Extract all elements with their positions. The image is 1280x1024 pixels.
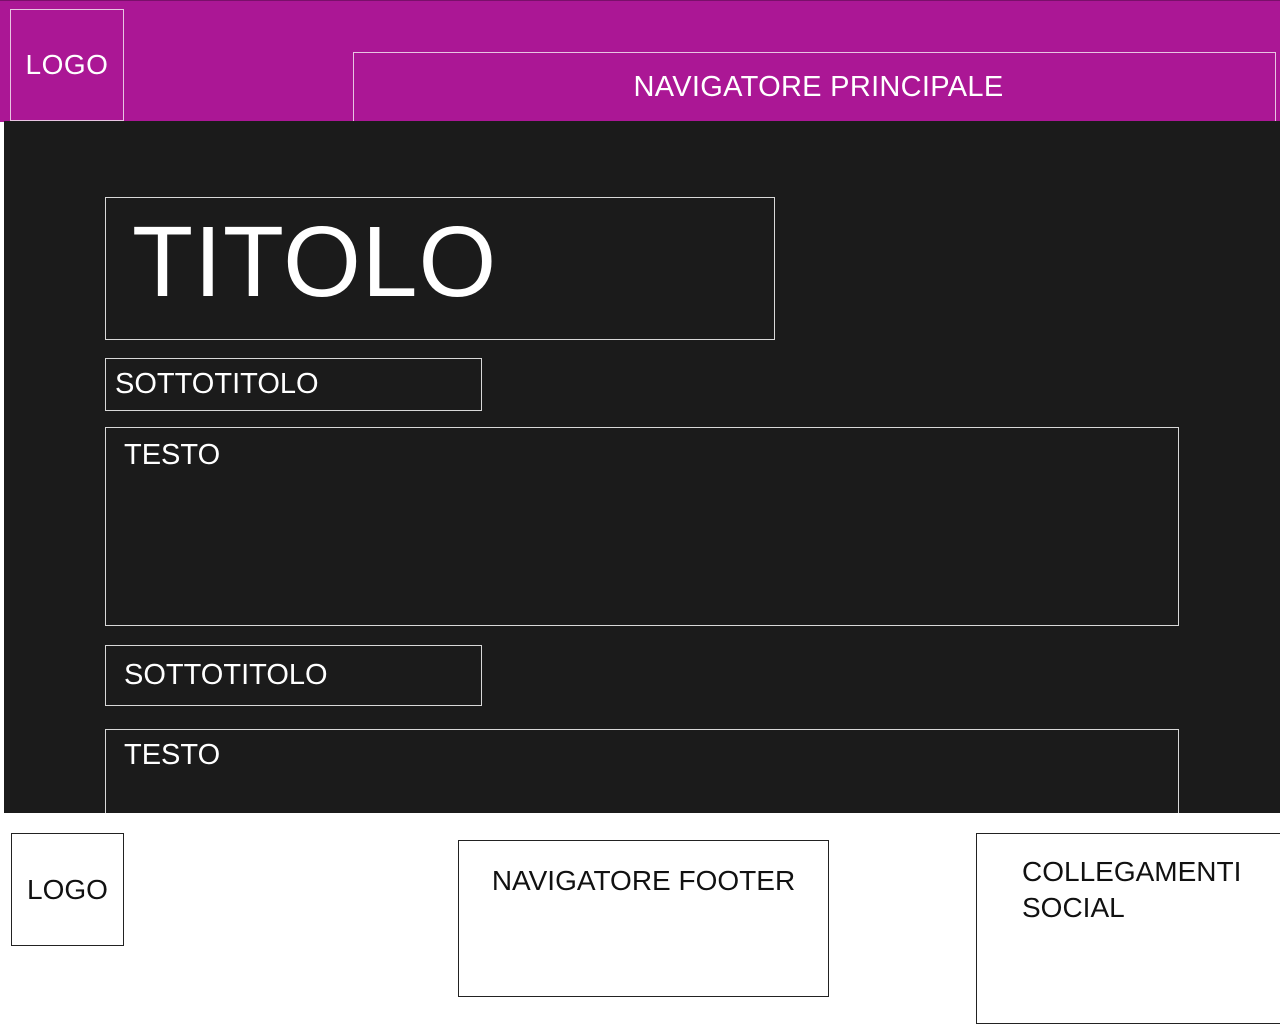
main-navigation-label: NAVIGATORE PRINCIPALE xyxy=(633,70,1004,103)
section-subtitle-1: SOTTOTITOLO xyxy=(105,358,482,411)
footer-navigation-label: NAVIGATORE FOOTER xyxy=(491,865,796,896)
page-title-label: TITOLO xyxy=(132,206,498,318)
footer-navigation[interactable]: NAVIGATORE FOOTER xyxy=(458,840,829,997)
section-subtitle-2: SOTTOTITOLO xyxy=(105,645,482,706)
wireframe-page: LOGO NAVIGATORE PRINCIPALE TITOLO SOTTOT… xyxy=(0,0,1280,1024)
section-subtitle-1-label: SOTTOTITOLO xyxy=(115,368,319,400)
section-text-1: TESTO xyxy=(105,427,1179,626)
section-subtitle-2-label: SOTTOTITOLO xyxy=(124,659,328,691)
header-logo[interactable]: LOGO xyxy=(10,9,124,121)
social-links-label-line1: COLLEGAMENTI xyxy=(1022,856,1242,887)
page-title: TITOLO xyxy=(105,197,775,340)
main-navigation[interactable]: NAVIGATORE PRINCIPALE xyxy=(353,52,1276,121)
section-text-2: TESTO xyxy=(105,729,1179,813)
header-logo-label: LOGO xyxy=(25,49,109,80)
footer-logo-label: LOGO xyxy=(27,873,108,905)
section-text-2-label: TESTO xyxy=(124,739,221,771)
social-links[interactable]: COLLEGAMENTI SOCIAL xyxy=(976,833,1280,1024)
section-text-1-label: TESTO xyxy=(124,439,221,471)
footer-logo[interactable]: LOGO xyxy=(11,833,124,946)
social-links-label-line2: SOCIAL xyxy=(1022,892,1125,923)
